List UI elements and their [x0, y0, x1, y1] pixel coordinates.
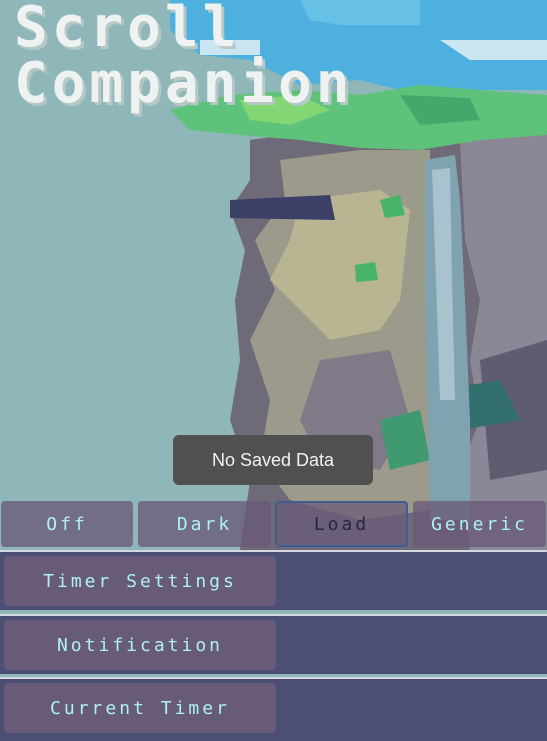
- off-button[interactable]: Off: [1, 501, 133, 547]
- app-title: Scroll Companion: [14, 0, 353, 112]
- mode-button-row: Off Dark Load Generic: [0, 500, 547, 550]
- app-window: Scroll Companion No Saved Data Off Dark …: [0, 0, 547, 741]
- timer-settings-panel: Timer Settings: [0, 550, 547, 610]
- notification-button[interactable]: Notification: [4, 620, 276, 670]
- current-timer-button[interactable]: Current Timer: [4, 683, 276, 733]
- load-button[interactable]: Load: [275, 501, 408, 547]
- dark-button[interactable]: Dark: [138, 501, 271, 547]
- generic-button[interactable]: Generic: [413, 501, 546, 547]
- toast-message: No Saved Data: [173, 435, 373, 485]
- notification-panel: Notification: [0, 614, 547, 674]
- app-title-line1: Scroll: [14, 0, 241, 60]
- timer-settings-button[interactable]: Timer Settings: [4, 556, 276, 606]
- app-title-line2: Companion: [14, 51, 354, 116]
- current-timer-panel: Current Timer: [0, 677, 547, 741]
